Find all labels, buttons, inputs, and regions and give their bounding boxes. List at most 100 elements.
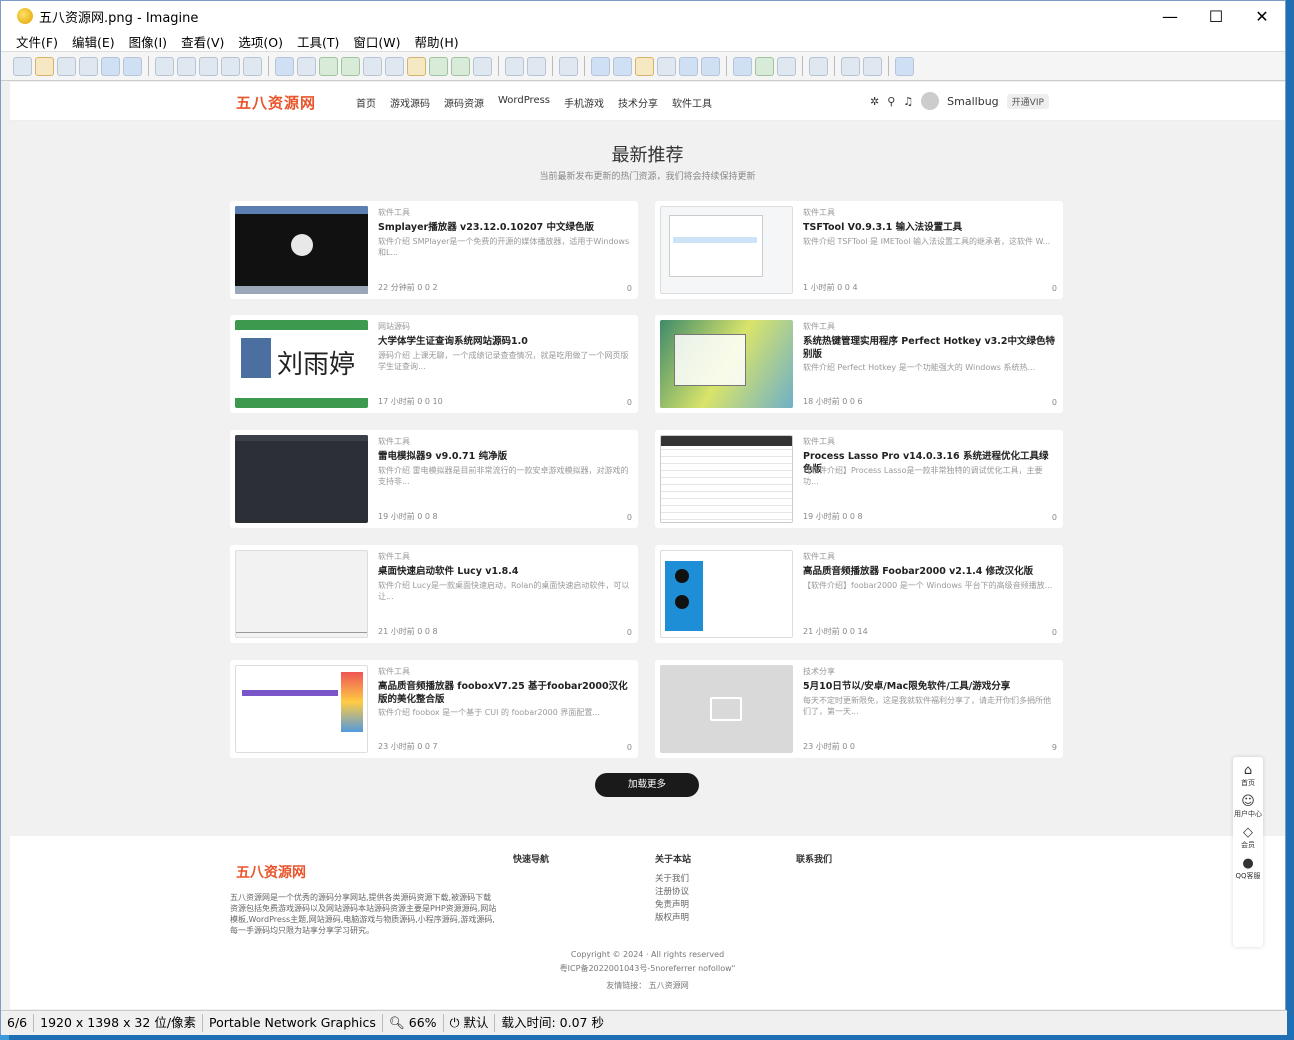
- redo-icon[interactable]: [243, 56, 262, 76]
- float-qq: ● QQ客服: [1233, 856, 1263, 881]
- cut-icon[interactable]: [155, 56, 174, 76]
- post-meta: 23 小时前 0 0: [803, 742, 855, 751]
- menu-options[interactable]: 选项(O): [231, 32, 290, 51]
- print-icon[interactable]: [79, 56, 98, 76]
- wrench-icon[interactable]: [809, 56, 828, 76]
- nav-tech: 技术分享: [618, 99, 659, 110]
- palette-icon[interactable]: [407, 56, 426, 76]
- toolbar-separator: [584, 56, 585, 76]
- post-thumbnail: [235, 550, 368, 638]
- post-excerpt: 【软件介绍】foobar2000 是一个 Windows 平台下的高级音频播放.…: [803, 581, 1053, 590]
- footer-copyright: Copyright © 2024 · All rights reserved: [570, 950, 725, 959]
- brightness-icon[interactable]: [363, 56, 382, 76]
- post-category: 软件工具: [378, 437, 410, 446]
- post-card: 软件工具 桌面快速启动软件 Lucy v1.8.4 软件介绍 Lucy是一款桌面…: [230, 545, 638, 643]
- menu-bar: 文件(F) 编辑(E) 图像(I) 查看(V) 选项(O) 工具(T) 窗口(W…: [1, 31, 1285, 51]
- menu-help[interactable]: 帮助(H): [407, 32, 465, 51]
- post-title: 高品质音频播放器 Foobar2000 v2.1.4 修改汉化版: [803, 566, 1034, 577]
- post-title: 雷电模拟器9 v9.0.71 纯净版: [378, 451, 508, 462]
- save-icon[interactable]: [57, 56, 76, 76]
- title-bar: 五八资源网.png - Imagine — ☐ ✕: [1, 1, 1285, 31]
- close-button[interactable]: ✕: [1239, 1, 1285, 31]
- post-meta: 21 小时前 0 0 14: [803, 627, 868, 636]
- menu-tools[interactable]: 工具(T): [290, 32, 346, 51]
- home-icon: ⌂: [1243, 763, 1253, 778]
- next-arrow-icon[interactable]: [123, 56, 142, 76]
- undo-icon[interactable]: [221, 56, 240, 76]
- prev-arrow-icon[interactable]: [101, 56, 120, 76]
- fit-window-icon[interactable]: [679, 56, 698, 76]
- post-excerpt: 软件介绍 Lucy是一款桌面快速启动，Rolan的桌面快速启动软件，可以让...: [378, 581, 630, 601]
- post-meta: 18 小时前 0 0 6: [803, 397, 863, 406]
- post-excerpt: 软件介绍 雷电模拟器是目前非常流行的一款安卓游戏模拟器，对游戏的支持非...: [378, 466, 629, 486]
- search-icon: ⚲: [887, 94, 896, 108]
- import-icon[interactable]: [527, 56, 546, 76]
- window-controls: — ☐ ✕: [1147, 1, 1285, 31]
- post-comments: 0: [626, 398, 632, 407]
- post-thumbnail: [660, 206, 793, 294]
- effects-icon[interactable]: [473, 56, 492, 76]
- menu-edit[interactable]: 编辑(E): [65, 32, 122, 51]
- copy-icon[interactable]: [177, 56, 196, 76]
- menu-file[interactable]: 文件(F): [9, 32, 65, 51]
- zoom-icon: 🔍︎: [388, 1015, 405, 1030]
- zoom-out-icon[interactable]: [613, 56, 632, 76]
- post-title: 5月10日节以/安卓/Mac限免软件/工具/游戏分享: [803, 681, 1011, 692]
- multi-page-icon[interactable]: [863, 56, 882, 76]
- post-comments: 0: [1051, 628, 1057, 637]
- post-comments: 0: [1051, 284, 1057, 293]
- mode-icon: ⏻: [449, 1015, 460, 1030]
- footer-logo: 五八资源网: [236, 865, 306, 881]
- post-comments: 0: [626, 628, 632, 637]
- zoom-in-icon[interactable]: [591, 56, 610, 76]
- crop-icon[interactable]: [319, 56, 338, 76]
- post-meta: 17 小时前 0 0 10: [378, 397, 443, 406]
- actual-size-icon[interactable]: [657, 56, 676, 76]
- slideshow-icon[interactable]: [755, 56, 774, 76]
- image-viewport[interactable]: 五八资源网 首页 游戏源码 源码资源 WordPress 手机游戏 技术分享 软…: [10, 82, 1285, 1009]
- post-category: 软件工具: [803, 322, 835, 331]
- resize-icon[interactable]: [341, 56, 360, 76]
- paste-icon[interactable]: [199, 56, 218, 76]
- rotate-icon[interactable]: [451, 56, 470, 76]
- mode-value: 默认: [463, 1015, 489, 1030]
- info-icon[interactable]: [275, 56, 294, 76]
- zoom-value: 66%: [408, 1015, 437, 1030]
- fit-width-icon[interactable]: [701, 56, 720, 76]
- post-title: TSFTool V0.9.3.1 输入法设置工具: [803, 222, 963, 233]
- post-meta: 22 分钟前 0 0 2: [378, 283, 438, 292]
- float-label: QQ客服: [1235, 872, 1261, 880]
- post-category: 软件工具: [378, 552, 410, 561]
- help-icon[interactable]: [895, 56, 914, 76]
- open-folder-icon[interactable]: [35, 56, 54, 76]
- post-meta: 1 小时前 0 0 4: [803, 283, 858, 292]
- footer-quick-nav: 快速导航: [513, 852, 549, 873]
- site-user-area: ✲ ⚲ ♫ Smallbug 开通VIP: [870, 92, 1049, 110]
- status-dimensions: 1920 x 1398 x 32 位/像素: [34, 1014, 204, 1032]
- status-mode: ⏻ 默认: [444, 1014, 496, 1032]
- menu-image[interactable]: 图像(I): [122, 32, 174, 51]
- footer-about: 关于本站 关于我们 注册协议 免责声明 版权声明: [655, 852, 691, 925]
- camera-icon[interactable]: [297, 56, 316, 76]
- menu-view[interactable]: 查看(V): [174, 32, 231, 51]
- maximize-button[interactable]: ☐: [1193, 1, 1239, 31]
- post-excerpt: 源码介绍 上课无聊，一个成绩记录查查情况，就是吃用做了一个网页版学生证查询...: [378, 351, 629, 371]
- new-icon[interactable]: [13, 56, 32, 76]
- menu-window[interactable]: 窗口(W): [346, 32, 407, 51]
- image-placeholder-icon: [710, 697, 742, 721]
- batch-icon[interactable]: [841, 56, 860, 76]
- fit-icon[interactable]: [635, 56, 654, 76]
- export-icon[interactable]: [505, 56, 524, 76]
- status-zoom: 🔍︎ 66%: [383, 1014, 444, 1032]
- post-thumbnail: [660, 665, 793, 753]
- post-meta: 19 小时前 0 0 8: [378, 512, 438, 521]
- post-meta: 23 小时前 0 0 7: [378, 742, 438, 751]
- tools-icon[interactable]: [559, 56, 578, 76]
- toolbar-separator: [802, 56, 803, 76]
- flip-icon[interactable]: [429, 56, 448, 76]
- contrast-icon[interactable]: [385, 56, 404, 76]
- fullscreen-icon[interactable]: [733, 56, 752, 76]
- post-category: 网站源码: [378, 322, 410, 331]
- minimize-button[interactable]: —: [1147, 1, 1193, 31]
- settings-brush-icon[interactable]: [777, 56, 796, 76]
